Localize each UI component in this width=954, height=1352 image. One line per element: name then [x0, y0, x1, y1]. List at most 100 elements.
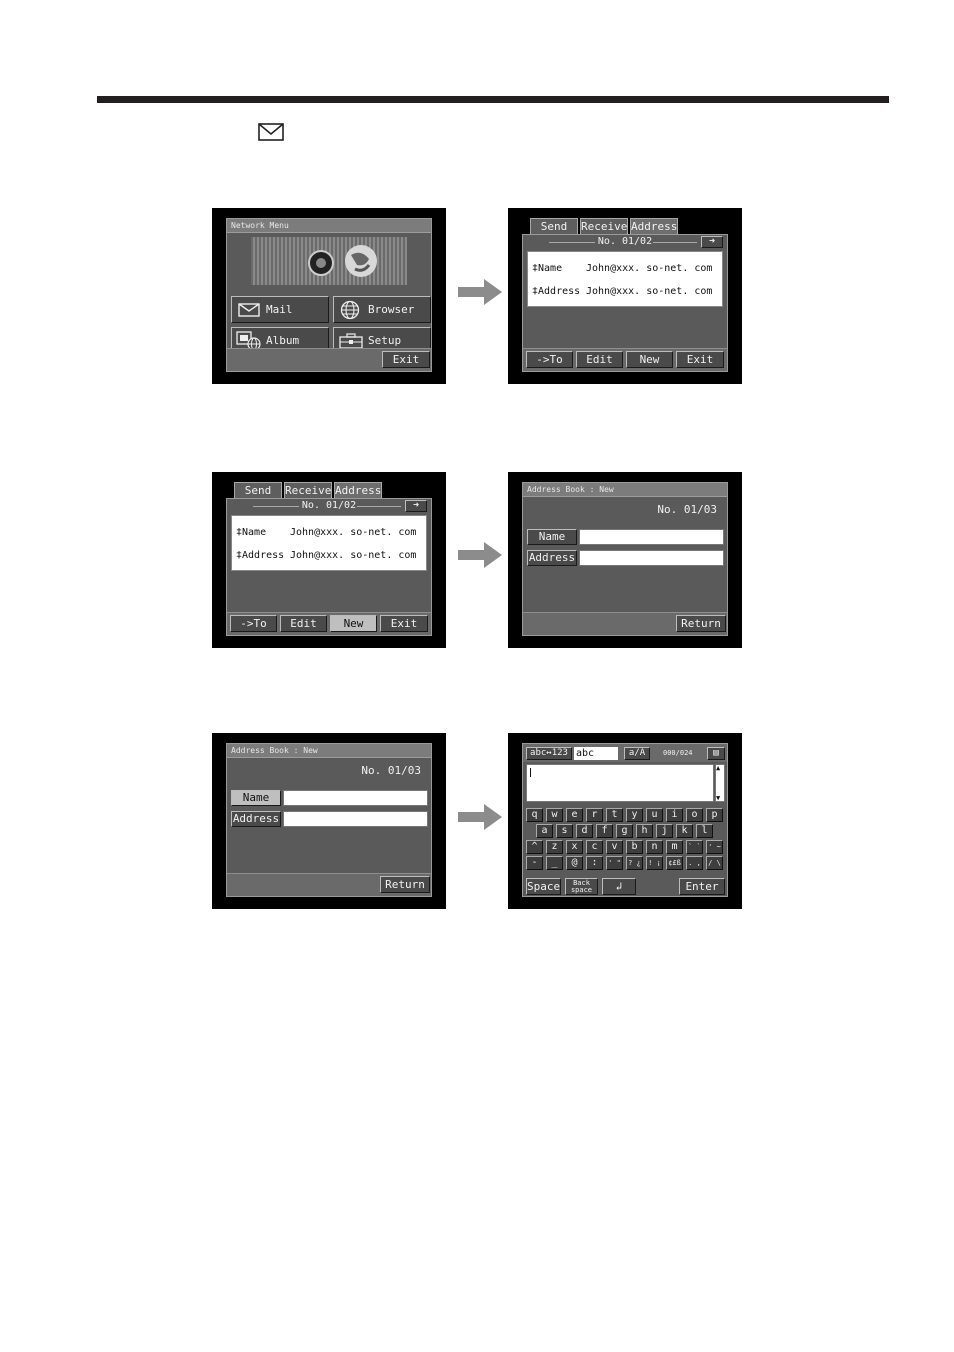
key-3-7[interactable]: n	[646, 840, 663, 854]
keyboard-menu-button[interactable]: ▤	[707, 747, 725, 760]
screenshot-address-list: Send Receive Address No. 01/02 ➜ ‡Name J…	[508, 208, 742, 384]
key-3-3[interactable]: x	[566, 840, 583, 854]
key-1-6[interactable]: y	[626, 808, 643, 822]
key-3-4[interactable]: c	[586, 840, 603, 854]
key-2-8[interactable]: k	[676, 824, 693, 838]
space-key[interactable]: Space	[526, 878, 561, 895]
key-1-3[interactable]: e	[566, 808, 583, 822]
address-field[interactable]	[283, 811, 428, 827]
return-button[interactable]: Return	[676, 615, 726, 632]
key-2-2[interactable]: s	[556, 824, 573, 838]
scrollbar[interactable]: ▲ ▼	[715, 764, 725, 802]
key-4-8[interactable]: ¢£ß	[666, 856, 683, 870]
scroll-up-icon[interactable]: ▲	[716, 764, 720, 772]
number-line-right	[653, 242, 697, 243]
tab-address[interactable]: Address	[630, 218, 678, 234]
address-book-title: Address Book : New	[523, 483, 727, 497]
mode-toggle-button[interactable]: abc↔123	[526, 747, 572, 760]
key-3-5[interactable]: v	[606, 840, 623, 854]
key-3-9[interactable]: ` `	[686, 840, 703, 854]
tab-send[interactable]: Send	[530, 218, 578, 234]
tab-send[interactable]: Send	[234, 482, 282, 498]
next-arrow-button[interactable]: ➜	[701, 236, 723, 248]
globe-icon	[340, 300, 360, 320]
name-field-label: Name	[231, 790, 281, 806]
tab-address[interactable]: Address	[334, 482, 382, 498]
key-1-2[interactable]: w	[546, 808, 563, 822]
exit-button[interactable]: Exit	[380, 615, 428, 632]
name-label: ‡Name	[532, 263, 563, 274]
key-3-6[interactable]: b	[626, 840, 643, 854]
new-button[interactable]: New	[330, 615, 377, 632]
edit-button[interactable]: Edit	[280, 615, 327, 632]
browser-button[interactable]: Browser	[333, 296, 431, 323]
address-field[interactable]	[579, 550, 724, 566]
name-field[interactable]	[283, 790, 428, 806]
key-3-8[interactable]: m	[666, 840, 683, 854]
key-4-9[interactable]: . ,	[686, 856, 703, 870]
key-3-1[interactable]: ^	[526, 840, 543, 854]
new-button[interactable]: New	[626, 351, 673, 368]
key-4-1[interactable]: -	[526, 856, 543, 870]
key-4-10[interactable]: / \	[706, 856, 723, 870]
mail-icon	[238, 303, 260, 317]
key-2-9[interactable]: l	[696, 824, 713, 838]
enter-key[interactable]: Enter	[679, 878, 725, 895]
next-arrow-button[interactable]: ➜	[405, 500, 427, 512]
case-toggle-button[interactable]: a/A	[624, 747, 650, 760]
arrow-right-icon	[458, 279, 502, 305]
scroll-down-icon[interactable]: ▼	[716, 794, 720, 802]
screenshot-address-book-new-name-selected: Address Book : New No. 01/03 Name Addres…	[212, 733, 446, 909]
edit-button[interactable]: Edit	[576, 351, 623, 368]
address-field-label: Address	[527, 550, 577, 566]
key-2-5[interactable]: g	[616, 824, 633, 838]
text-input-area[interactable]	[526, 764, 714, 802]
tab-receive[interactable]: Receive	[580, 218, 628, 234]
to-button[interactable]: ->To	[230, 615, 277, 632]
key-1-9[interactable]: o	[686, 808, 703, 822]
screenshot-address-book-new: Address Book : New No. 01/03 Name Addres…	[508, 472, 742, 648]
key-4-2[interactable]: _	[546, 856, 563, 870]
tab-receive[interactable]: Receive	[284, 482, 332, 498]
key-2-4[interactable]: f	[596, 824, 613, 838]
key-2-1[interactable]: a	[536, 824, 553, 838]
bottom-bar: Exit	[227, 348, 431, 371]
key-2-3[interactable]: d	[576, 824, 593, 838]
backspace-label-bottom: space	[570, 886, 593, 894]
key-4-7[interactable]: ! ¡	[646, 856, 663, 870]
bottom-bar: ->To Edit New Exit	[227, 612, 431, 635]
key-1-10[interactable]: p	[706, 808, 723, 822]
key-1-1[interactable]: q	[526, 808, 543, 822]
address-book-title: Address Book : New	[227, 744, 431, 758]
text-cursor	[530, 768, 531, 777]
key-2-6[interactable]: h	[636, 824, 653, 838]
key-3-10[interactable]: ' ~	[706, 840, 723, 854]
name-label: ‡Name	[236, 527, 267, 538]
key-4-5[interactable]: ' "	[606, 856, 623, 870]
name-field[interactable]	[579, 529, 724, 545]
key-4-6[interactable]: ? ¿	[626, 856, 643, 870]
arrow-right-icon	[458, 804, 502, 830]
address-value: John@xxx. so-net. com	[586, 286, 713, 297]
to-button[interactable]: ->To	[526, 351, 573, 368]
key-1-5[interactable]: t	[606, 808, 623, 822]
backspace-key[interactable]: Back space	[565, 878, 598, 895]
key-2-7[interactable]: j	[656, 824, 673, 838]
key-1-8[interactable]: i	[666, 808, 683, 822]
exit-button[interactable]: Exit	[676, 351, 724, 368]
address-label: ‡Address	[236, 550, 285, 561]
screenshot-network-menu: Network Menu Mail Browser Album Setup Ex…	[212, 208, 446, 384]
setup-button-label: Setup	[368, 334, 402, 347]
key-3-2[interactable]: z	[546, 840, 563, 854]
key-1-7[interactable]: u	[646, 808, 663, 822]
return-key[interactable]: ↲	[602, 878, 636, 895]
return-button[interactable]: Return	[380, 876, 430, 893]
key-4-3[interactable]: @	[566, 856, 583, 870]
mail-button[interactable]: Mail	[231, 296, 329, 323]
return-arrow-icon: ↲	[615, 880, 623, 893]
screenshot-keyboard: abc↔123 abc a/A 000/024 ▤ ▲ ▼ qwertyuiop…	[508, 733, 742, 909]
key-4-4[interactable]: :	[586, 856, 603, 870]
key-1-4[interactable]: r	[586, 808, 603, 822]
network-banner	[251, 237, 407, 285]
exit-button[interactable]: Exit	[382, 351, 430, 368]
